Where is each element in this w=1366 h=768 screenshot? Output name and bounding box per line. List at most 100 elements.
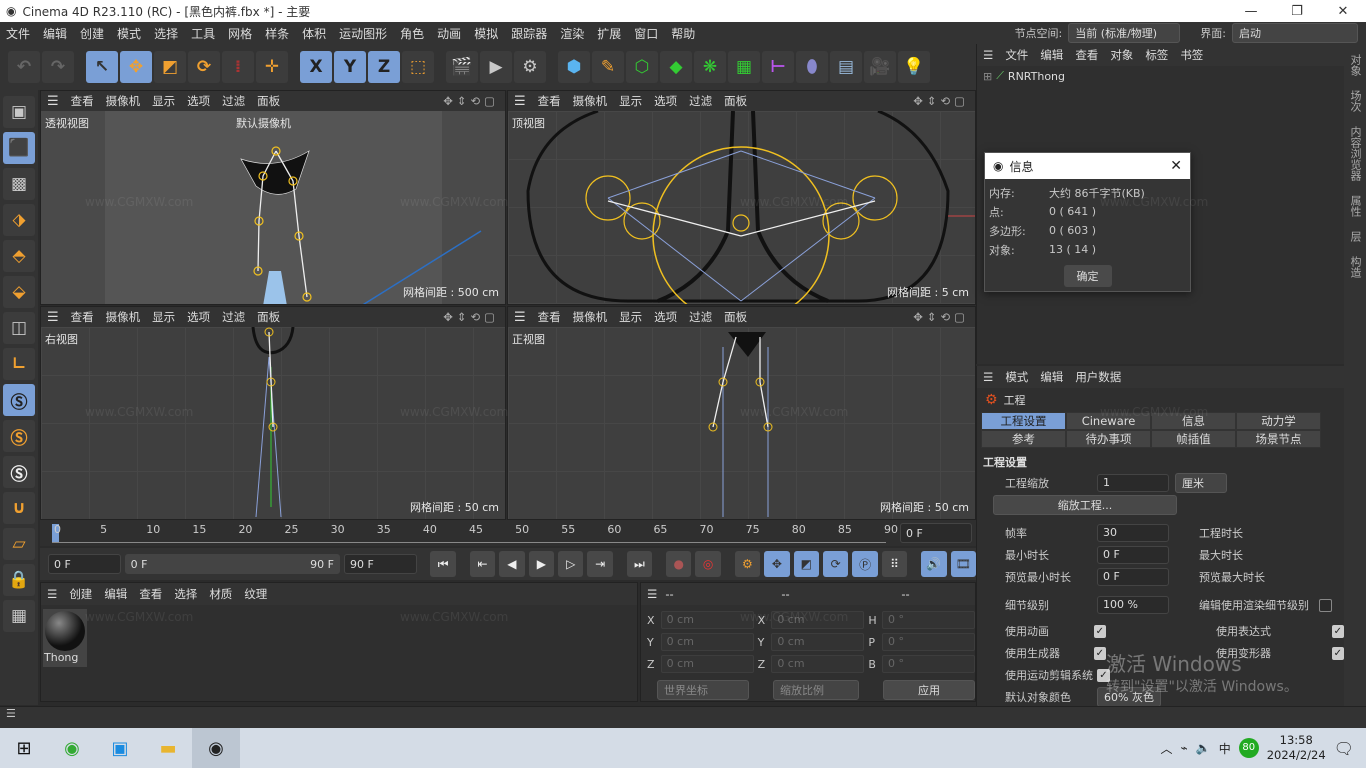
viewport-perspective[interactable]: ☰ 查看 摄像机 显示 选项 过滤 面板 ✥⇕⟲▢ 透视视图 默认摄像机 网格间距 : 500… [40, 90, 506, 305]
edges-mode-icon[interactable]: ⬘ [3, 240, 35, 272]
viewport-menu-item[interactable]: 面板 [724, 309, 747, 325]
record-keys-icon[interactable]: ● [666, 551, 692, 577]
key-pla-icon[interactable]: ⠿ [881, 551, 908, 577]
viewport-menu-item[interactable]: 摄像机 [573, 309, 608, 325]
next-frame-icon[interactable]: ▷ [558, 551, 584, 577]
magnet-icon[interactable]: ∪ [3, 492, 35, 524]
menu-item[interactable]: 窗口 [634, 25, 658, 42]
menu-item[interactable]: 查看 [1075, 47, 1098, 63]
lod-field[interactable]: 100 % [1097, 596, 1169, 614]
menu-item[interactable]: 网格 [228, 25, 252, 42]
menu-item[interactable]: 模拟 [474, 25, 498, 42]
app-icon[interactable]: ▣ [96, 728, 144, 768]
uv-mode-icon[interactable]: ◫ [3, 312, 35, 344]
menu-item[interactable]: 材质 [209, 586, 232, 602]
menu-item[interactable]: 选择 [174, 586, 197, 602]
menu-item[interactable]: 样条 [265, 25, 289, 42]
render-settings-icon[interactable]: ⚙ [514, 51, 546, 83]
menu-item[interactable]: 模式 [117, 25, 141, 42]
rotate-icon[interactable]: ⟳ [188, 51, 220, 83]
menu-icon[interactable]: ☰ [983, 48, 993, 62]
viewport-menu-item[interactable]: 查看 [538, 309, 561, 325]
timeline-ruler[interactable]: 0 F 0 5 10 15 20 25 30 35 40 45 50 55 60 65 70 75 80 85 90 [40, 520, 976, 546]
checkbox[interactable]: ✓ [1331, 646, 1344, 660]
menu-item[interactable]: 选择 [154, 25, 178, 42]
viewport-menu-item[interactable]: 面板 [257, 309, 280, 325]
subdivision-icon[interactable]: ⬡ [626, 51, 658, 83]
undo-icon[interactable]: ↶ [8, 51, 40, 83]
axis-mode-icon[interactable]: ∟ [3, 348, 35, 380]
coord-field[interactable]: 0 ° [881, 611, 975, 629]
select-icon[interactable]: ↖ [86, 51, 118, 83]
coord-mode-select[interactable]: 世界坐标 [657, 680, 749, 700]
viewport-menu-item[interactable]: 摄像机 [573, 93, 608, 109]
end-frame-field[interactable]: 90 F [344, 554, 417, 574]
menu-item[interactable]: 纹理 [244, 586, 267, 602]
file-explorer-icon[interactable]: ▬ [144, 728, 192, 768]
menu-item[interactable]: 帮助 [671, 25, 695, 42]
snap-icon[interactable]: Ⓢ [3, 384, 35, 416]
menu-item[interactable]: 运动图形 [339, 25, 387, 42]
viewport-nav-icons[interactable]: ✥⇕⟲▢ [443, 94, 505, 108]
go-to-start-icon[interactable]: ⏮ [430, 551, 456, 577]
scale-icon[interactable]: ◩ [154, 51, 186, 83]
default-color-select[interactable]: 60% 灰色 [1097, 687, 1161, 706]
viewport-menu-item[interactable]: 选项 [654, 309, 677, 325]
field-icon[interactable]: ⬮ [796, 51, 828, 83]
tab[interactable]: 帧插值 [1151, 430, 1236, 448]
coord-field[interactable]: 0 cm [771, 633, 865, 651]
menu-item[interactable]: 跟踪器 [511, 25, 547, 42]
key-parameter-icon[interactable]: Ⓟ [852, 551, 878, 577]
move-icon[interactable]: ✥ [120, 51, 152, 83]
viewport-menu-item[interactable]: 过滤 [222, 309, 245, 325]
recent-icon[interactable]: ⁞ [222, 51, 254, 83]
snap-settings-icon[interactable]: Ⓢ [3, 420, 35, 452]
coord-field[interactable]: 0 cm [771, 611, 865, 629]
viewport-menu-item[interactable]: 过滤 [689, 93, 712, 109]
layout-select[interactable]: 启动 [1232, 23, 1358, 43]
viewport-menu-item[interactable]: 过滤 [689, 309, 712, 325]
viewport-menu-item[interactable]: 显示 [619, 309, 642, 325]
polygons-mode-icon[interactable]: ⬙ [3, 276, 35, 308]
texture-mode-icon[interactable]: ▩ [3, 168, 35, 200]
menu-item[interactable]: 对象 [1110, 47, 1133, 63]
viewport-nav-icons[interactable]: ✥⇕⟲▢ [913, 310, 975, 324]
menu-item[interactable]: 查看 [139, 586, 162, 602]
viewport-menu-item[interactable]: 选项 [187, 309, 210, 325]
menu-item[interactable]: 编辑 [1040, 369, 1063, 385]
object-row[interactable]: ⊞ ⟋ RNRThong [977, 66, 1344, 86]
security-badge[interactable]: 80 [1238, 738, 1259, 758]
viewport-menu-item[interactable]: 面板 [257, 93, 280, 109]
side-tab[interactable]: 内容浏览器 [1347, 126, 1363, 181]
workplane-icon[interactable]: ▱ [3, 528, 35, 560]
menu-item[interactable]: 文件 [6, 25, 30, 42]
key-position-icon[interactable]: ✥ [764, 551, 790, 577]
checkbox[interactable]: ✓ [1331, 624, 1344, 638]
menu-icon[interactable]: ☰ [0, 707, 16, 720]
clock[interactable]: 13:58 2024/2/24 [1267, 733, 1326, 763]
side-tab[interactable]: 属性 [1347, 195, 1363, 217]
side-tab[interactable]: 场次 [1347, 90, 1363, 112]
windows-start-icon[interactable]: ⊞ [0, 728, 48, 768]
go-to-end-icon[interactable]: ⏭ [626, 551, 653, 577]
tab[interactable]: Cineware [1066, 412, 1151, 430]
redo-icon[interactable]: ↷ [42, 51, 74, 83]
menu-icon[interactable]: ☰ [647, 587, 657, 601]
viewport-nav-icons[interactable]: ✥⇕⟲▢ [443, 310, 505, 324]
coord-field[interactable]: 0 cm [771, 655, 865, 673]
volume-icon[interactable]: 🔈 [1196, 741, 1211, 755]
menu-item[interactable]: 模式 [1005, 369, 1028, 385]
viewport-menu-item[interactable]: 查看 [71, 309, 94, 325]
sound-icon[interactable]: 🔊 [921, 551, 947, 577]
close-button[interactable]: ✕ [1320, 4, 1366, 19]
side-tab[interactable]: 层 [1347, 231, 1363, 242]
coord-system-icon[interactable]: ⬚ [402, 51, 434, 83]
menu-item[interactable]: 标签 [1145, 47, 1168, 63]
side-tab[interactable]: 构造 [1347, 256, 1363, 278]
dialog-close-button[interactable]: ✕ [1170, 158, 1182, 174]
ok-button[interactable]: 确定 [1063, 265, 1112, 287]
menu-item[interactable]: 工具 [191, 25, 215, 42]
menu-icon[interactable]: ☰ [514, 94, 526, 109]
coord-field[interactable]: 0 cm [660, 655, 754, 673]
coord-field[interactable]: 0 cm [660, 611, 754, 629]
